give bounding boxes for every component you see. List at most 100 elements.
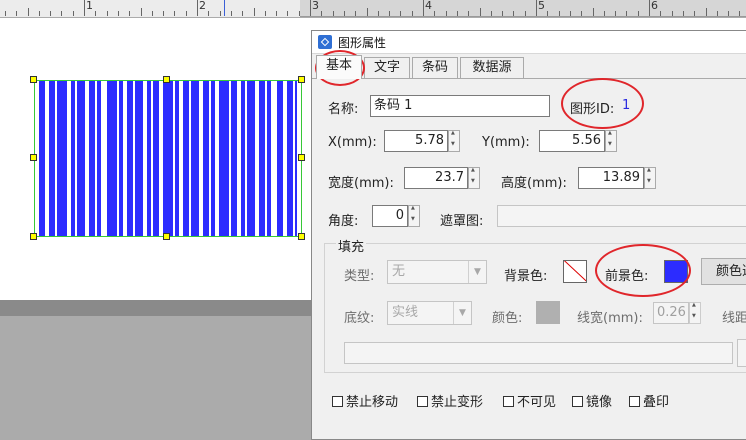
foreground-color-swatch[interactable] (664, 260, 688, 283)
ruler-tick (389, 11, 391, 16)
ruler-tick (4, 11, 6, 16)
ruler-page-band (0, 0, 300, 17)
ruler-tick (660, 11, 662, 16)
ruler-tick (490, 11, 492, 16)
ruler-tick (27, 8, 29, 16)
mask-image-field[interactable] (497, 205, 746, 227)
height-label: 高度(mm): (501, 176, 567, 191)
height-input[interactable]: 13.89 (578, 167, 644, 189)
resize-handle-top-left[interactable] (30, 76, 37, 83)
invisible-checkbox[interactable]: 不可见 (503, 391, 556, 410)
ruler-tick (581, 11, 583, 16)
ruler-tick (242, 11, 244, 16)
ruler-tick (445, 11, 447, 16)
barcode-bar (287, 81, 293, 236)
checkbox-box[interactable] (503, 396, 514, 407)
dialog-title: 图形属性 (338, 36, 387, 50)
ruler-tick (298, 11, 300, 16)
y-input[interactable]: 5.56 (539, 130, 605, 152)
ruler-tick (615, 11, 617, 16)
ruler-tick (705, 8, 707, 16)
barcode-bar (97, 81, 101, 236)
background-color-swatch[interactable] (563, 260, 587, 283)
texture-preview-button[interactable] (737, 339, 746, 367)
lock-move-checkbox[interactable]: 禁止移动 (332, 391, 398, 410)
overprint-checkbox[interactable]: 叠印 (629, 391, 669, 410)
resize-handle-left[interactable] (30, 154, 37, 161)
line-color-swatch[interactable] (536, 301, 560, 324)
x-input[interactable]: 5.78 (384, 130, 448, 152)
ruler-tick (377, 11, 379, 16)
y-spinner[interactable] (605, 130, 617, 152)
resize-handle-top[interactable] (163, 76, 170, 83)
ruler-tick (174, 11, 176, 16)
lock-resize-checkbox[interactable]: 禁止变形 (417, 391, 483, 410)
ruler-tick (163, 11, 165, 16)
barcode-bar (183, 81, 189, 236)
name-input[interactable]: 条码 1 (370, 95, 550, 117)
color-select-button[interactable]: 颜色选择 (701, 258, 746, 285)
texture-label: 底纹: (344, 311, 375, 326)
line-width-spinner[interactable] (689, 302, 701, 324)
ruler-tick (524, 11, 526, 16)
barcode-bar (241, 81, 245, 236)
ruler-tick (253, 8, 255, 16)
width-spinner[interactable] (468, 167, 480, 189)
ruler-tick (321, 11, 323, 16)
resize-handle-right[interactable] (298, 154, 305, 161)
barcode-bar (147, 81, 151, 236)
fill-type-select[interactable]: 无 ▼ (387, 260, 487, 284)
tab-divider (312, 78, 746, 79)
ruler-tick (219, 11, 221, 16)
width-input[interactable]: 23.7 (404, 167, 468, 189)
ruler-tick (366, 8, 368, 16)
resize-handle-bottom-left[interactable] (30, 233, 37, 240)
checkbox-box[interactable] (629, 396, 640, 407)
fill-type-value: 无 (392, 264, 406, 279)
barcode-bar (231, 81, 237, 236)
texture-preview-bar (344, 342, 733, 364)
ruler-tick (592, 8, 594, 16)
fill-group-label: 填充 (336, 236, 367, 255)
mirror-checkbox[interactable]: 镜像 (572, 391, 612, 410)
ruler-tick (276, 11, 278, 16)
angle-input[interactable]: 0 (372, 205, 408, 227)
shape-id-value: 1 (622, 98, 631, 113)
barcode-bar (175, 81, 179, 236)
fill-type-label: 类型: (344, 269, 375, 284)
ruler-tick (479, 8, 481, 16)
tab-text[interactable]: 文字 (364, 57, 410, 78)
ruler-tick (72, 11, 74, 16)
dialog-titlebar[interactable]: 图形属性 (312, 31, 746, 54)
tab-datasource[interactable]: 数据源 (460, 57, 524, 78)
resize-handle-bottom[interactable] (163, 233, 170, 240)
height-spinner[interactable] (644, 167, 656, 189)
checkbox-box[interactable] (332, 396, 343, 407)
y-label: Y(mm): (482, 135, 530, 150)
checkbox-box[interactable] (417, 396, 428, 407)
texture-select[interactable]: 实线 ▼ (387, 301, 472, 325)
ruler-tick (400, 11, 402, 16)
barcode-bar (153, 81, 159, 236)
checkbox-label: 叠印 (643, 395, 670, 410)
ruler-tick (50, 11, 52, 16)
barcode-bar (219, 81, 229, 236)
x-spinner[interactable] (448, 130, 460, 152)
checkbox-box[interactable] (572, 396, 583, 407)
tab-barcode[interactable]: 条码 (412, 57, 458, 78)
horizontal-ruler: 1 2 3 4 5 6 (0, 0, 746, 17)
resize-handle-top-right[interactable] (298, 76, 305, 83)
angle-spinner[interactable] (408, 205, 420, 227)
resize-handle-bottom-right[interactable] (298, 233, 305, 240)
barcode-object[interactable] (34, 80, 302, 237)
ruler-tick (694, 11, 696, 16)
barcode-bar (135, 81, 143, 236)
tab-basic[interactable]: 基本 (316, 55, 362, 79)
ruler-tick (434, 11, 436, 16)
ruler-tick (264, 11, 266, 16)
ruler-tick (558, 11, 560, 16)
barcode-bar (127, 81, 133, 236)
line-width-input[interactable]: 0.26 (653, 302, 689, 324)
barcode-bar (71, 81, 75, 236)
ruler-tick (355, 11, 357, 16)
